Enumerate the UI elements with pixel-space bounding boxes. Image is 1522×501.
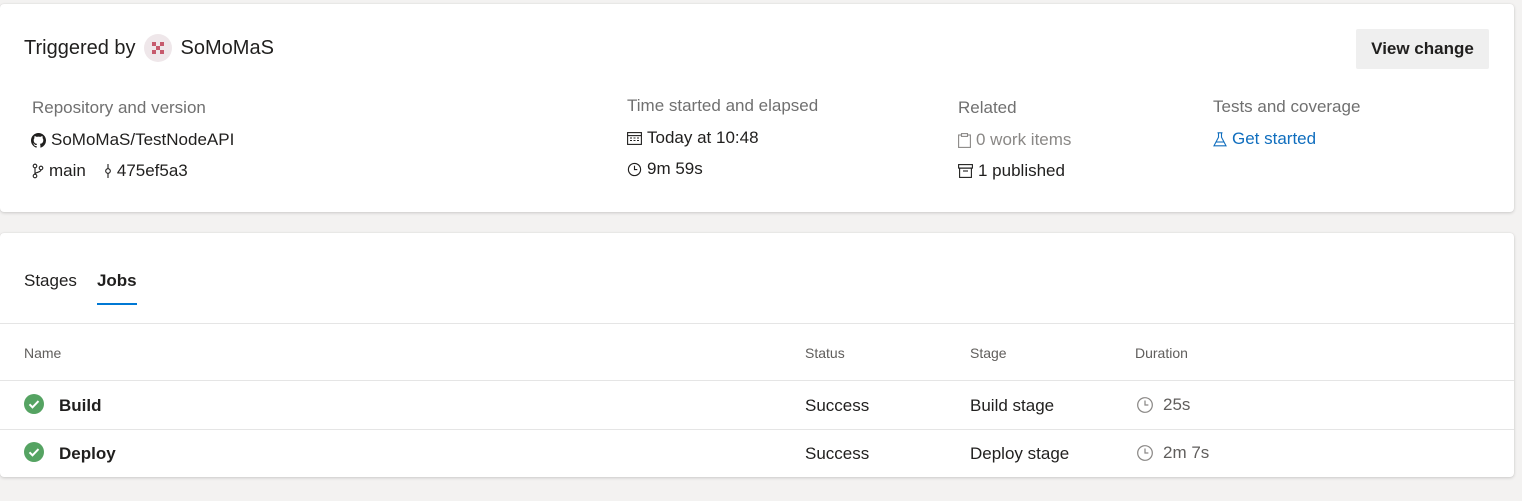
tab-divider bbox=[0, 323, 1514, 324]
jobs-card: Stages Jobs Name Status Stage Duration B… bbox=[0, 233, 1514, 477]
artifact-icon bbox=[958, 164, 973, 178]
triggered-by: Triggered by SoMoMaS bbox=[24, 34, 274, 62]
work-items-link[interactable]: 0 work items bbox=[976, 130, 1071, 150]
column-header-name: Name bbox=[24, 345, 62, 361]
success-check-icon bbox=[24, 394, 44, 419]
clipboard-icon bbox=[958, 132, 971, 148]
repository-section: Repository and version SoMoMaS/TestNodeA… bbox=[31, 98, 234, 182]
job-status: Success bbox=[805, 444, 870, 463]
job-status: Success bbox=[805, 396, 870, 415]
tests-get-started-link[interactable]: Get started bbox=[1232, 129, 1316, 149]
clock-icon bbox=[1136, 444, 1154, 462]
tab-bar: Stages Jobs bbox=[24, 271, 157, 305]
time-elapsed: 9m 59s bbox=[647, 159, 703, 178]
branch-name[interactable]: main bbox=[49, 161, 86, 181]
user-avatar[interactable] bbox=[143, 34, 172, 62]
job-stage: Build stage bbox=[970, 396, 1055, 415]
triggered-by-label: Triggered by bbox=[24, 36, 136, 59]
clock-icon bbox=[1136, 396, 1154, 414]
tests-heading: Tests and coverage bbox=[1213, 97, 1361, 116]
time-heading: Time started and elapsed bbox=[627, 96, 819, 115]
repository-name[interactable]: SoMoMaS/TestNodeAPI bbox=[51, 130, 234, 150]
job-duration: 25s bbox=[1136, 395, 1190, 415]
column-header-status: Status bbox=[805, 345, 845, 361]
time-started: Today at 10:48 bbox=[647, 128, 759, 147]
run-summary-card: Triggered by SoMoMaS View change Reposit… bbox=[0, 4, 1514, 212]
table-row[interactable]: Deploy Success Deploy stage 2m 7s bbox=[0, 429, 1514, 477]
job-duration-text: 25s bbox=[1163, 395, 1191, 414]
related-section: Related 0 work items 1 published bbox=[958, 98, 1071, 182]
job-duration: 2m 7s bbox=[1136, 443, 1209, 463]
table-row[interactable]: Build Success Build stage 25s bbox=[0, 381, 1514, 429]
published-artifacts-link[interactable]: 1 published bbox=[978, 161, 1065, 181]
triggered-by-user[interactable]: SoMoMaS bbox=[181, 37, 274, 60]
tab-stages[interactable]: Stages bbox=[24, 271, 77, 305]
job-name: Deploy bbox=[59, 444, 116, 463]
calendar-icon bbox=[627, 131, 642, 145]
job-stage: Deploy stage bbox=[970, 444, 1070, 463]
github-icon bbox=[31, 132, 46, 148]
job-name: Build bbox=[59, 396, 102, 415]
time-section: Time started and elapsed Today at 10:48 … bbox=[627, 96, 818, 180]
column-header-stage: Stage bbox=[970, 345, 1007, 361]
job-duration-text: 2m 7s bbox=[1163, 443, 1210, 462]
related-heading: Related bbox=[958, 98, 1017, 117]
commit-icon bbox=[104, 163, 112, 179]
tests-section: Tests and coverage Get started bbox=[1213, 97, 1360, 150]
branch-icon bbox=[32, 163, 44, 179]
column-header-duration: Duration bbox=[1135, 345, 1188, 361]
view-change-button[interactable]: View change bbox=[1356, 29, 1489, 69]
commit-hash[interactable]: 475ef5a3 bbox=[117, 161, 188, 181]
repository-heading: Repository and version bbox=[32, 98, 206, 117]
success-check-icon bbox=[24, 442, 44, 467]
flask-icon bbox=[1213, 131, 1227, 147]
clock-icon bbox=[627, 162, 642, 177]
tab-jobs[interactable]: Jobs bbox=[96, 271, 137, 305]
